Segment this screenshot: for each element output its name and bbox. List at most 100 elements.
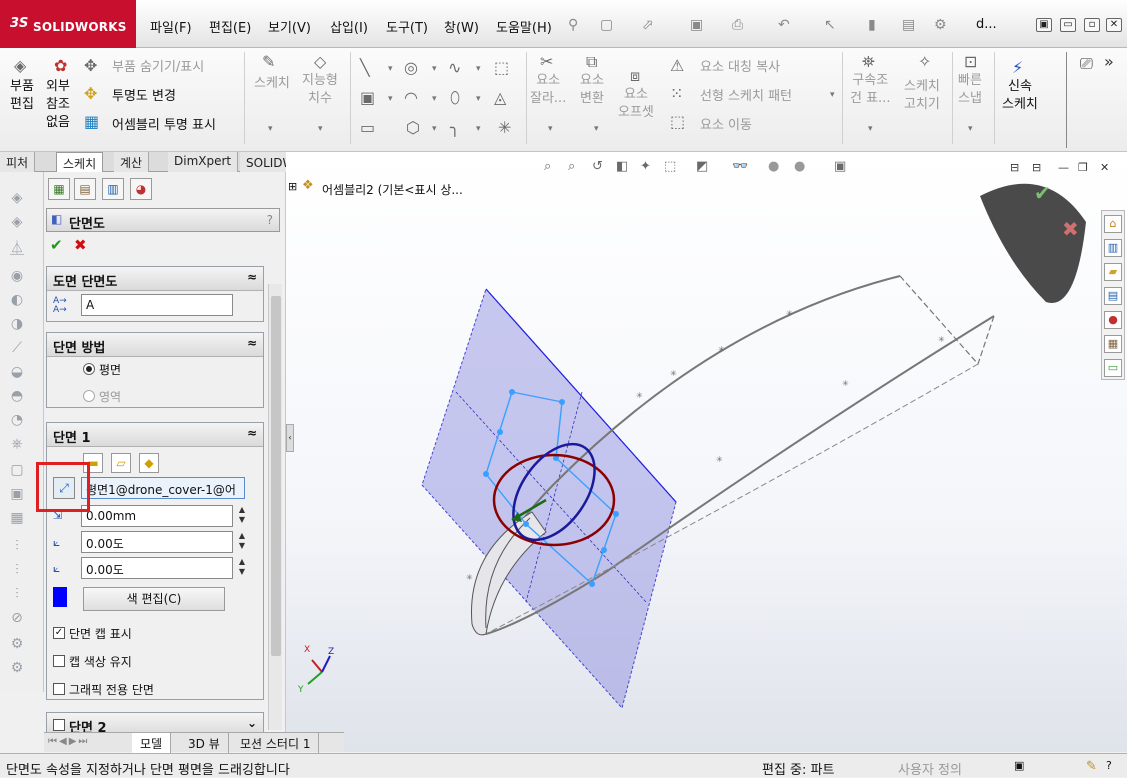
- offset-spinner[interactable]: ▲ ▼: [235, 505, 249, 527]
- undo-icon[interactable]: ↶: [778, 17, 790, 33]
- help-status-icon[interactable]: ?: [1106, 759, 1112, 772]
- mirror-entities-button[interactable]: 요소 대칭 복사: [700, 56, 780, 75]
- edit-appearance-icon[interactable]: ●: [768, 159, 779, 174]
- section-color-swatch[interactable]: [53, 587, 67, 607]
- graphics-only-section-checkbox[interactable]: [53, 683, 65, 695]
- rectangle-dropdown-icon[interactable]: ▾: [388, 94, 393, 104]
- tab-scroll-arrows[interactable]: ⏮◀▶⏭: [48, 736, 89, 747]
- viewport-split-icon[interactable]: ⊟: [1032, 161, 1041, 174]
- menu-edit[interactable]: 편집(E): [209, 17, 251, 36]
- restore-button[interactable]: ▫: [1084, 18, 1100, 32]
- tree-root-assembly[interactable]: 어셈블리2 (기본<표시 상...: [322, 181, 463, 198]
- pin-icon[interactable]: ⚲: [568, 17, 578, 33]
- wrap-icon[interactable]: ⎈: [8, 436, 26, 452]
- right-plane-icon[interactable]: ◆: [139, 453, 159, 473]
- section-2-checkbox[interactable]: [53, 719, 65, 731]
- intersect-icon[interactable]: ▢: [8, 462, 26, 478]
- confirm-ok-icon[interactable]: ✔: [1034, 181, 1051, 205]
- circle-icon[interactable]: ◎: [404, 58, 418, 77]
- open-icon[interactable]: ⬀: [642, 17, 654, 33]
- curves-icon[interactable]: ▣: [8, 486, 26, 502]
- method-zonal-radio[interactable]: [83, 390, 95, 402]
- loft-icon[interactable]: ◉: [8, 268, 26, 284]
- options-icon[interactable]: ⚙: [934, 17, 947, 33]
- display-style-icon[interactable]: ◩: [696, 159, 708, 174]
- rectangle-icon[interactable]: ▣: [360, 88, 375, 107]
- spline-dropdown-icon[interactable]: ▾: [476, 64, 481, 74]
- spline-icon[interactable]: ∿: [448, 58, 461, 77]
- change-transparency-button[interactable]: 투명도 변경: [112, 85, 176, 104]
- view-orientation-icon[interactable]: ⬚: [664, 159, 676, 174]
- user-menu[interactable]: d...: [976, 17, 997, 32]
- forum-icon[interactable]: ▭: [1104, 359, 1122, 377]
- ellipse-dropdown-icon[interactable]: ▾: [476, 94, 481, 104]
- rotation-x-spinner[interactable]: ▲ ▼: [235, 531, 249, 553]
- print-icon[interactable]: ⎙: [732, 17, 743, 33]
- pm-scrollbar[interactable]: [268, 284, 282, 730]
- group-header[interactable]: 도면 단면도 ≈: [47, 267, 263, 291]
- keep-cap-color-checkbox[interactable]: [53, 655, 65, 667]
- property-manager-tab-icon[interactable]: ▤: [74, 178, 96, 200]
- sketch-dropdown-icon[interactable]: ▾: [268, 124, 273, 134]
- section-label-input[interactable]: A: [81, 294, 233, 316]
- offset-entities-button[interactable]: 요소 오프셋: [618, 86, 654, 122]
- revolve-icon[interactable]: ◈: [8, 214, 26, 230]
- ok-button[interactable]: ✔: [50, 236, 63, 254]
- camera-icon[interactable]: ⎚: [1080, 54, 1093, 74]
- view-settings-icon[interactable]: ▣: [834, 159, 846, 174]
- zoom-to-fit-icon[interactable]: ⌕: [544, 159, 551, 174]
- collapse-chevron-icon[interactable]: ≈: [247, 336, 257, 350]
- fillet-icon[interactable]: ╮: [450, 118, 460, 137]
- appearances-icon[interactable]: ●: [1104, 311, 1122, 329]
- slot-icon[interactable]: ▭: [360, 118, 375, 137]
- rapid-sketch-button[interactable]: 신속 스케치: [1002, 78, 1038, 114]
- point-icon[interactable]: ✳: [498, 118, 511, 137]
- zoom-area-icon[interactable]: ⌕: [568, 159, 575, 174]
- no-external-refs-button[interactable]: 외부 참조 없음: [46, 78, 70, 132]
- window-tile-icon[interactable]: ▣: [1036, 18, 1052, 32]
- rib-icon[interactable]: ◔: [8, 412, 26, 428]
- draft-icon[interactable]: ◓: [8, 388, 26, 404]
- rotation-x-input[interactable]: 0.00도: [81, 531, 233, 553]
- rebuild-icon[interactable]: ▮: [868, 17, 876, 33]
- menu-help[interactable]: 도움말(H): [496, 17, 552, 36]
- minimize-button[interactable]: ▭: [1060, 18, 1076, 32]
- group-header[interactable]: 단면 1 ≈: [47, 423, 263, 447]
- home-icon[interactable]: ⌂: [1104, 215, 1122, 233]
- graphics-area[interactable]: ⌕ ⌕ ↺ ◧ ✦ ⬚ ◩ 👓 ● ● ▣ ⊟ ⊟ — ❐ ✕ ✔ ✖ ✳ ✳ …: [286, 152, 1127, 752]
- repair-sketch-button[interactable]: 스케치 고치기: [904, 78, 940, 114]
- dimension-dropdown-icon[interactable]: ▾: [318, 124, 323, 134]
- rotation-y-spinner[interactable]: ▲ ▼: [235, 557, 249, 579]
- arc-icon[interactable]: ◠: [404, 88, 418, 107]
- tab-evaluate[interactable]: 계산: [114, 152, 150, 172]
- quick-snaps-dropdown-icon[interactable]: ▾: [968, 124, 973, 134]
- plane-icon[interactable]: ◬: [494, 88, 506, 107]
- linear-pattern-dropdown-icon[interactable]: ▾: [830, 90, 835, 100]
- menu-insert[interactable]: 삽입(I): [330, 17, 368, 36]
- menu-tools[interactable]: 도구(T): [386, 17, 428, 36]
- section-plane[interactable]: [421, 288, 677, 710]
- file-explorer-icon[interactable]: ▰: [1104, 263, 1122, 281]
- shell-icon[interactable]: ◒: [8, 364, 26, 380]
- close-button[interactable]: ✕: [1106, 18, 1122, 32]
- reference-geometry-icon[interactable]: ⫶: [8, 538, 26, 554]
- assembly-transparency-button[interactable]: 어셈블리 투명 표시: [112, 114, 216, 133]
- text-icon[interactable]: ⬚: [494, 58, 509, 77]
- hide-show-items-icon[interactable]: 👓: [732, 159, 748, 174]
- custom-properties-icon[interactable]: ▦: [1104, 335, 1122, 353]
- design-library-icon[interactable]: ▥: [1104, 239, 1122, 257]
- linear-pattern-button[interactable]: 선형 스케치 패턴: [700, 85, 792, 104]
- tab-features[interactable]: 피처: [0, 152, 36, 172]
- expand-chevron-icon[interactable]: ⌄: [247, 716, 257, 730]
- hide-show-parts-button[interactable]: 부품 숨기기/표시: [112, 56, 204, 75]
- explode-icon[interactable]: ⚙: [8, 660, 26, 676]
- ellipse-icon[interactable]: ⬯: [450, 88, 460, 108]
- tree-expand-icon[interactable]: ⊞: [288, 180, 297, 193]
- new-document-icon[interactable]: ▢: [600, 17, 613, 33]
- quick-snaps-button[interactable]: 빠른 스냅: [958, 72, 982, 108]
- line-dropdown-icon[interactable]: ▾: [388, 64, 393, 74]
- confirm-cancel-icon[interactable]: ✖: [1062, 217, 1079, 241]
- menu-view[interactable]: 보기(V): [268, 17, 311, 36]
- mate-icon[interactable]: ⚙: [8, 636, 26, 652]
- edit-part-button[interactable]: 부품 편집: [10, 78, 34, 114]
